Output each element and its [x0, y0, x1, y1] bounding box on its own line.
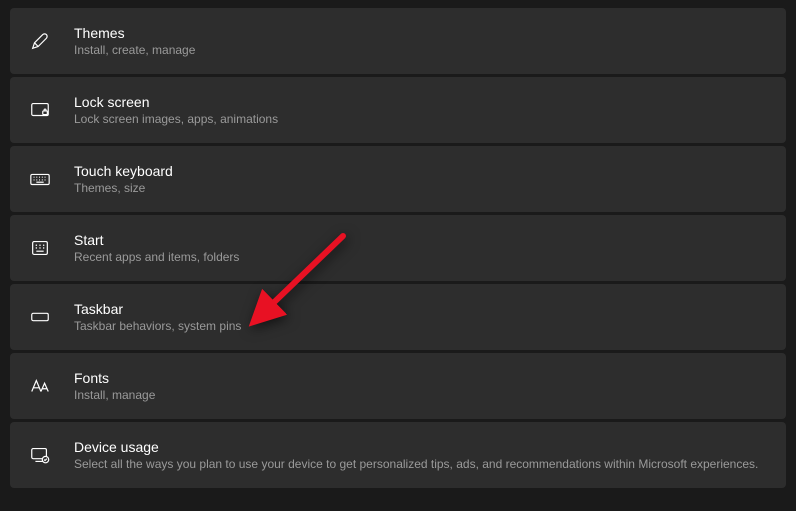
setting-description: Lock screen images, apps, animations — [74, 112, 278, 126]
setting-item-device-usage[interactable]: Device usage Select all the ways you pla… — [10, 422, 786, 488]
setting-item-themes[interactable]: Themes Install, create, manage — [10, 8, 786, 74]
setting-text: Fonts Install, manage — [74, 370, 155, 402]
setting-text: Device usage Select all the ways you pla… — [74, 439, 758, 471]
setting-title: Themes — [74, 25, 195, 41]
setting-text: Start Recent apps and items, folders — [74, 232, 239, 264]
setting-item-taskbar[interactable]: Taskbar Taskbar behaviors, system pins — [10, 284, 786, 350]
keyboard-icon — [28, 167, 52, 191]
setting-description: Taskbar behaviors, system pins — [74, 319, 241, 333]
setting-description: Install, manage — [74, 388, 155, 402]
setting-item-fonts[interactable]: Fonts Install, manage — [10, 353, 786, 419]
setting-title: Taskbar — [74, 301, 241, 317]
taskbar-icon — [28, 305, 52, 329]
setting-text: Touch keyboard Themes, size — [74, 163, 173, 195]
settings-list: Themes Install, create, manage Lock scre… — [0, 0, 796, 496]
setting-text: Themes Install, create, manage — [74, 25, 195, 57]
start-icon — [28, 236, 52, 260]
device-usage-icon — [28, 443, 52, 467]
setting-description: Select all the ways you plan to use your… — [74, 457, 758, 471]
setting-description: Install, create, manage — [74, 43, 195, 57]
setting-title: Touch keyboard — [74, 163, 173, 179]
setting-text: Taskbar Taskbar behaviors, system pins — [74, 301, 241, 333]
setting-description: Recent apps and items, folders — [74, 250, 239, 264]
setting-title: Device usage — [74, 439, 758, 455]
setting-title: Fonts — [74, 370, 155, 386]
setting-text: Lock screen Lock screen images, apps, an… — [74, 94, 278, 126]
setting-title: Start — [74, 232, 239, 248]
setting-description: Themes, size — [74, 181, 173, 195]
lock-screen-icon — [28, 98, 52, 122]
fonts-icon — [28, 374, 52, 398]
brush-icon — [28, 29, 52, 53]
setting-title: Lock screen — [74, 94, 278, 110]
setting-item-start[interactable]: Start Recent apps and items, folders — [10, 215, 786, 281]
setting-item-touch-keyboard[interactable]: Touch keyboard Themes, size — [10, 146, 786, 212]
setting-item-lock-screen[interactable]: Lock screen Lock screen images, apps, an… — [10, 77, 786, 143]
